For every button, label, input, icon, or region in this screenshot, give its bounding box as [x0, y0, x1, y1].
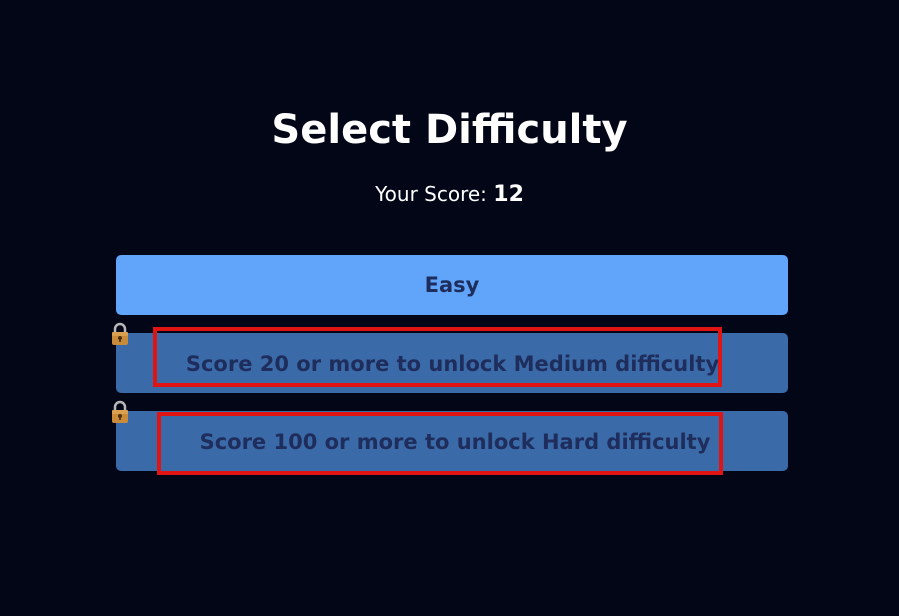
page-title: Select Difficulty [271, 107, 628, 153]
easy-button[interactable]: Easy [116, 255, 788, 315]
score-label: Your Score: [375, 182, 494, 206]
lock-icon [112, 322, 128, 345]
score-value: 12 [493, 182, 524, 207]
hard-highlight-box [157, 412, 723, 475]
score-display: Your Score: 12 [0, 180, 899, 209]
easy-button-label: Easy [424, 273, 480, 297]
medium-highlight-box [153, 327, 722, 387]
lock-icon [112, 400, 128, 423]
